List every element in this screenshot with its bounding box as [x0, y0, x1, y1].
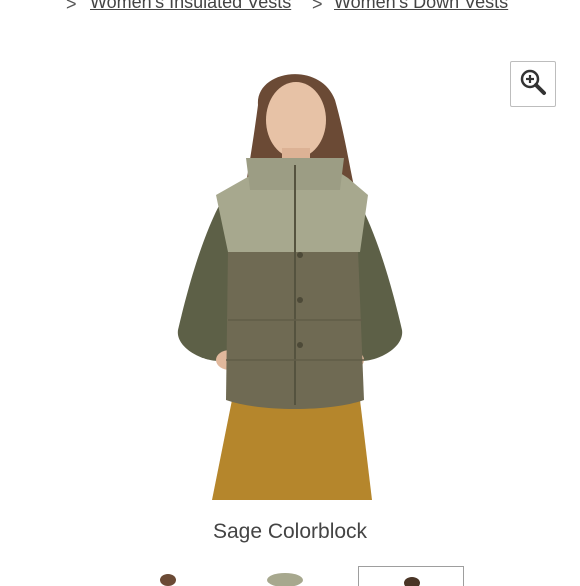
product-image[interactable] — [150, 60, 430, 500]
zoom-button[interactable] — [510, 61, 556, 107]
breadcrumb-link-insulated-vests[interactable]: Women's Insulated Vests — [90, 0, 291, 13]
thumbnail[interactable] — [140, 566, 210, 586]
thumbnail-selected[interactable] — [358, 566, 464, 586]
zoom-in-icon — [519, 68, 547, 101]
breadcrumb-separator: > — [312, 0, 323, 14]
breadcrumb-separator: > — [66, 0, 77, 14]
breadcrumb: > Women's Insulated Vests > Women's Down… — [0, 0, 580, 20]
breadcrumb-link-down-vests[interactable]: Women's Down Vests — [334, 0, 508, 13]
thumbnail[interactable] — [250, 566, 320, 586]
color-name: Sage Colorblock — [212, 520, 368, 543]
